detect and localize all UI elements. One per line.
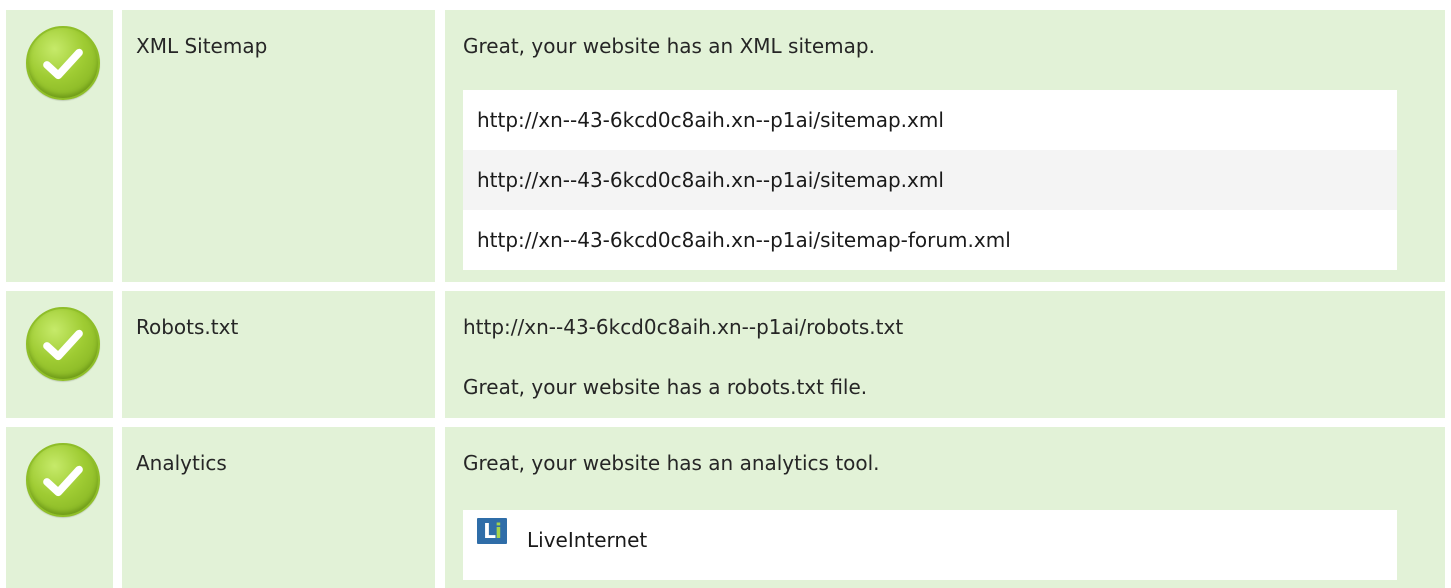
status-cell <box>6 291 113 418</box>
check-label: XML Sitemap <box>136 34 268 58</box>
check-message: Great, your website has an XML sitemap. <box>463 34 875 58</box>
robots-url: http://xn--43-6kcd0c8aih.xn--p1ai/robots… <box>463 315 904 339</box>
check-label: Robots.txt <box>136 315 239 339</box>
list-item: http://xn--43-6kcd0c8aih.xn--p1ai/sitema… <box>477 108 944 132</box>
analytics-tool-name: LiveInternet <box>527 528 648 552</box>
row-robots-txt: Robots.txt http://xn--43-6kcd0c8aih.xn--… <box>0 291 1451 418</box>
label-cell: Robots.txt <box>122 291 435 418</box>
sitemap-list: http://xn--43-6kcd0c8aih.xn--p1ai/sitema… <box>463 90 1397 270</box>
status-cell <box>6 10 113 282</box>
list-item: http://xn--43-6kcd0c8aih.xn--p1ai/sitema… <box>477 228 1011 252</box>
check-message: Great, your website has a robots.txt fil… <box>463 375 868 399</box>
analytics-tool-item: Li LiveInternet <box>463 510 1397 580</box>
status-cell <box>6 427 113 588</box>
list-item: http://xn--43-6kcd0c8aih.xn--p1ai/sitema… <box>463 150 1397 210</box>
check-label: Analytics <box>136 451 227 475</box>
check-circle-icon <box>26 26 100 100</box>
label-cell: Analytics <box>122 427 435 588</box>
label-cell: XML Sitemap <box>122 10 435 282</box>
content-cell: http://xn--43-6kcd0c8aih.xn--p1ai/robots… <box>445 291 1445 418</box>
row-xml-sitemap: XML Sitemap Great, your website has an X… <box>0 10 1451 282</box>
content-cell: Great, your website has an XML sitemap. … <box>445 10 1445 282</box>
row-analytics: Analytics Great, your website has an ana… <box>0 427 1451 588</box>
check-circle-icon <box>26 443 100 517</box>
check-message: Great, your website has an analytics too… <box>463 451 880 475</box>
liveinternet-logo-icon: Li <box>477 518 507 544</box>
content-cell: Great, your website has an analytics too… <box>445 427 1445 588</box>
seo-check-table: XML Sitemap Great, your website has an X… <box>0 0 1451 588</box>
check-circle-icon <box>26 307 100 381</box>
